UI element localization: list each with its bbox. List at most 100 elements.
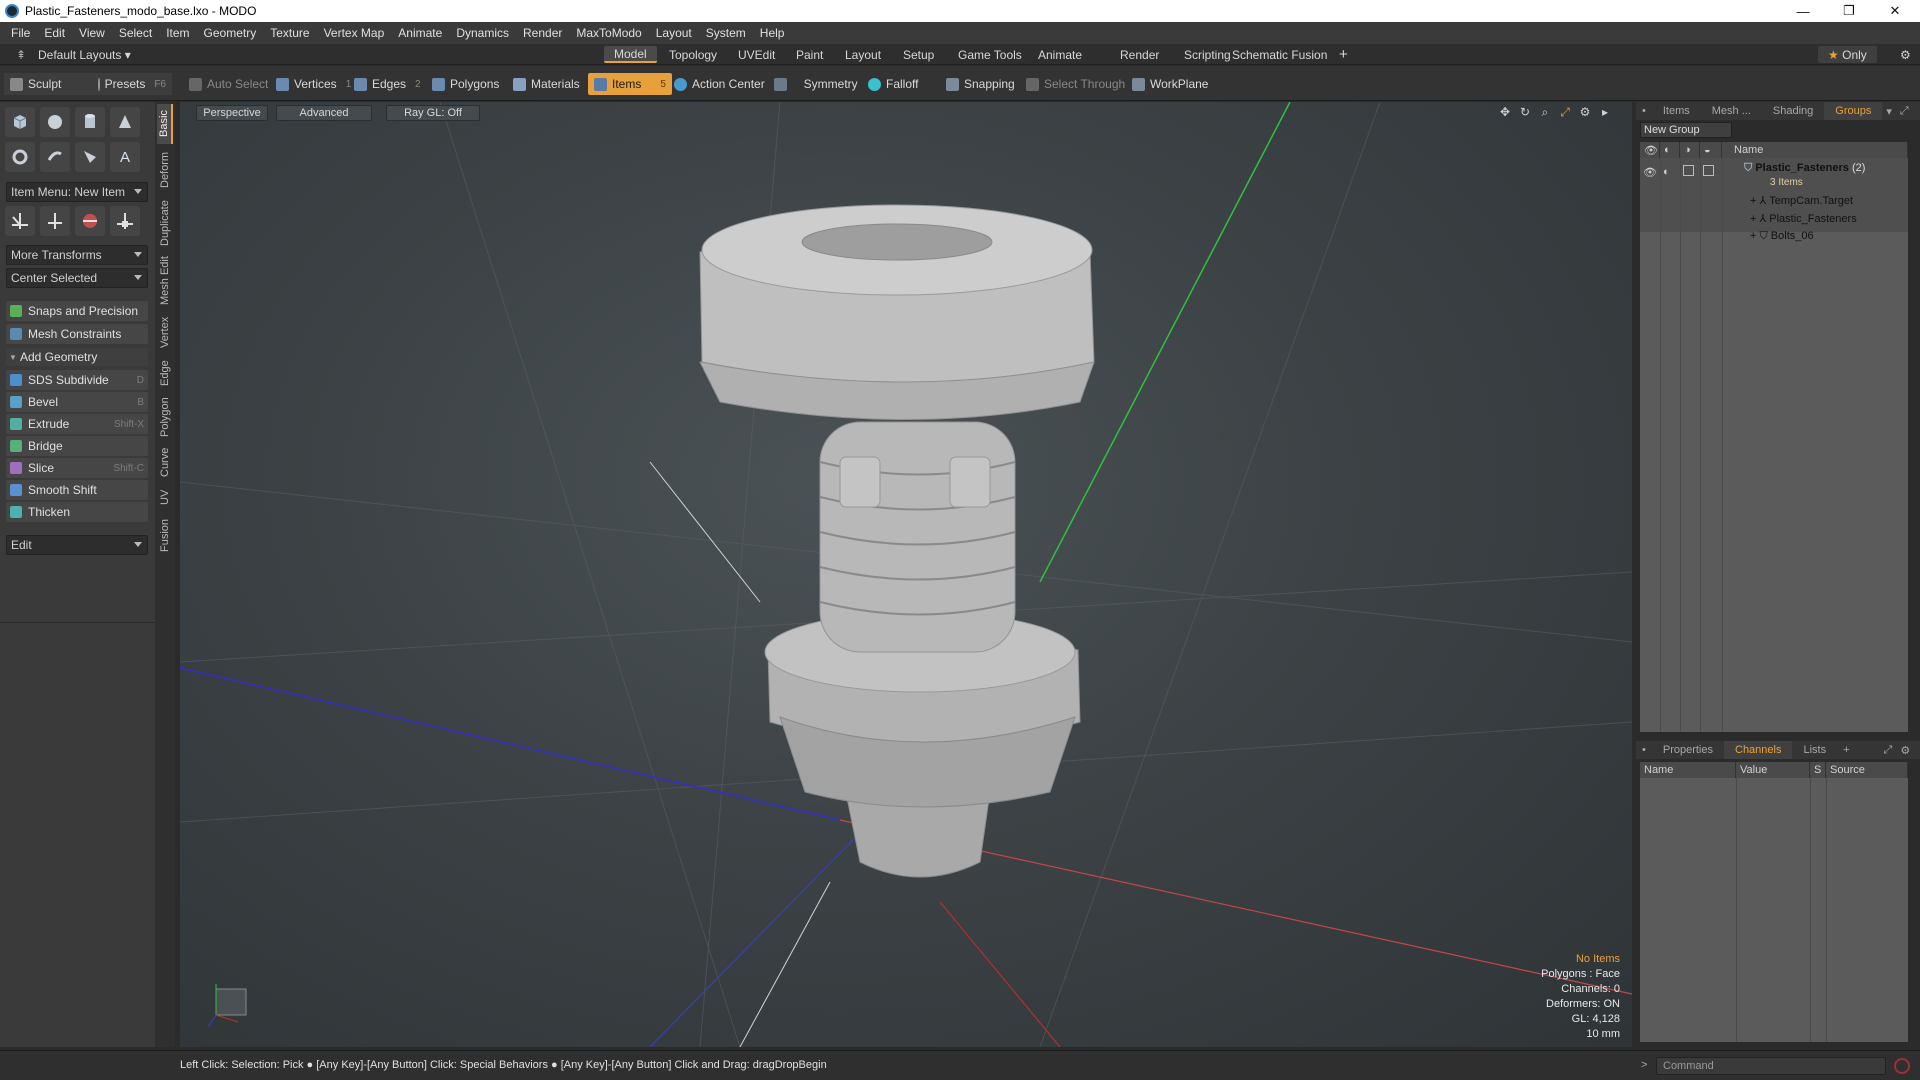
center-selected-dropdown[interactable]: Center Selected xyxy=(6,268,148,288)
channels-s-header[interactable]: S xyxy=(1810,762,1826,778)
tab-render[interactable]: Render xyxy=(1110,46,1169,63)
group-visibility-icon[interactable]: 👁 xyxy=(1643,166,1657,179)
3d-viewport[interactable]: Perspective Advanced Ray GL: Off ✥ ↻ ⌕ ⤢… xyxy=(180,102,1632,1047)
tab-animate[interactable]: Animate xyxy=(1028,46,1092,63)
vtab-fusion[interactable]: Fusion xyxy=(157,514,173,556)
auto-select-button[interactable]: Auto Select xyxy=(183,73,274,95)
tab-paint[interactable]: Paint xyxy=(786,46,833,63)
channels-source-header[interactable]: Source xyxy=(1826,762,1908,778)
panel-settings-icon[interactable]: ⚙ xyxy=(1896,741,1914,759)
menu-geometry[interactable]: Geometry xyxy=(197,26,264,40)
perspective-button[interactable]: Perspective xyxy=(196,105,268,121)
menu-help[interactable]: Help xyxy=(753,26,792,40)
channels-name-header[interactable]: Name xyxy=(1640,762,1736,778)
scale-tool-icon[interactable] xyxy=(75,206,105,236)
panel-expand-icon[interactable]: ⤢ xyxy=(1880,741,1897,759)
advanced-button[interactable]: Advanced xyxy=(276,105,372,121)
pen-primitive-icon[interactable] xyxy=(75,142,105,172)
command-input[interactable]: Command xyxy=(1656,1057,1886,1075)
tab-items[interactable]: Items xyxy=(1652,102,1701,120)
tab-topology[interactable]: Topology xyxy=(659,46,727,63)
mesh-constraints-button[interactable]: Mesh Constraints xyxy=(6,324,148,344)
select-col-icon[interactable]: ◒ xyxy=(1700,142,1722,158)
falloff-button[interactable]: Falloff xyxy=(862,73,924,95)
tool-thicken[interactable]: Thicken xyxy=(6,502,148,522)
layout-dropdown[interactable]: Default Layouts ▾ xyxy=(28,46,141,63)
tool-bevel[interactable]: Bevel B xyxy=(6,392,148,412)
viewport-expand-icon[interactable]: ▸ xyxy=(1598,105,1612,119)
lock-col-icon[interactable]: ◐ xyxy=(1660,142,1680,158)
menu-system[interactable]: System xyxy=(699,26,753,40)
move-tool-icon[interactable] xyxy=(5,206,35,236)
menu-file[interactable]: File xyxy=(4,26,37,40)
tab-channels[interactable]: Channels xyxy=(1724,741,1793,759)
rotate-tool-icon[interactable] xyxy=(40,206,70,236)
pan-icon[interactable]: ✥ xyxy=(1498,105,1512,119)
items-button[interactable]: Items 5 xyxy=(588,73,672,95)
polygons-button[interactable]: Polygons xyxy=(426,73,505,95)
plastic-fastener-model[interactable] xyxy=(699,204,1095,878)
maximize-icon[interactable]: ⤢ xyxy=(1558,105,1572,119)
menu-layout[interactable]: Layout xyxy=(649,26,699,40)
snaps-precision-button[interactable]: Snaps and Precision xyxy=(6,301,148,321)
orbit-icon[interactable]: ↻ xyxy=(1518,105,1532,119)
group-render-checkbox[interactable] xyxy=(1683,165,1694,176)
tab-game-tools[interactable]: Game Tools xyxy=(948,46,1032,63)
workplane-button[interactable]: WorkPlane xyxy=(1126,73,1214,95)
tree-row-tempcam[interactable]: + ⅄ TempCam.Target xyxy=(1750,194,1853,207)
snapping-button[interactable]: Snapping xyxy=(940,73,1021,95)
action-center-button[interactable]: Action Center xyxy=(668,73,771,95)
new-group-button[interactable]: New Group xyxy=(1640,122,1732,138)
tab-layout[interactable]: Layout xyxy=(835,46,891,63)
vtab-mesh-edit[interactable]: Mesh Edit xyxy=(157,254,173,308)
group-lock-icon[interactable]: ◐ xyxy=(1663,166,1670,178)
cone-primitive-icon[interactable] xyxy=(110,107,140,137)
render-col-icon[interactable]: ◑ xyxy=(1680,142,1700,158)
tool-bridge[interactable]: Bridge xyxy=(6,436,148,456)
presets-button[interactable]: Presets F6 xyxy=(92,73,172,95)
panel-dropdown-icon[interactable]: ▾ xyxy=(1882,102,1896,120)
menu-dynamics[interactable]: Dynamics xyxy=(449,26,516,40)
vtab-polygon[interactable]: Polygon xyxy=(157,394,173,440)
menu-edit[interactable]: Edit xyxy=(37,26,72,40)
cylinder-primitive-icon[interactable] xyxy=(75,107,105,137)
tool-sds-subdivide[interactable]: SDS Subdivide D xyxy=(6,370,148,390)
zoom-icon[interactable]: ⌕ xyxy=(1538,105,1552,119)
vtab-duplicate[interactable]: Duplicate xyxy=(157,196,173,250)
menu-maxtomodo[interactable]: MaxToModo xyxy=(569,26,648,40)
transform-tool-icon[interactable] xyxy=(110,206,140,236)
item-menu-dropdown[interactable]: Item Menu: New Item xyxy=(6,182,148,202)
raygl-button[interactable]: Ray GL: Off xyxy=(386,105,480,121)
group-select-checkbox[interactable] xyxy=(1703,165,1714,176)
panel-menu-dot[interactable]: • xyxy=(1636,741,1652,759)
menu-select[interactable]: Select xyxy=(112,26,159,40)
vtab-deform[interactable]: Deform xyxy=(157,148,173,192)
add-tab-button[interactable]: + xyxy=(1837,741,1855,759)
tab-mesh[interactable]: Mesh ... xyxy=(1701,102,1762,120)
add-tab-button[interactable]: + xyxy=(1329,46,1358,63)
panel-menu-dot[interactable]: • xyxy=(1636,102,1652,120)
vtab-basic[interactable]: Basic xyxy=(157,104,173,144)
vtab-edge[interactable]: Edge xyxy=(157,356,173,390)
group-name[interactable]: ⛉ Plastic_Fasteners (2) xyxy=(1744,162,1865,175)
record-icon[interactable] xyxy=(1894,1058,1910,1074)
tab-uvedit[interactable]: UVEdit xyxy=(728,46,785,63)
add-geometry-section[interactable]: ▼ Add Geometry xyxy=(6,348,148,366)
text-primitive-icon[interactable]: A xyxy=(110,142,140,172)
visibility-col-icon[interactable]: 👁 xyxy=(1640,142,1660,158)
settings-gear-icon[interactable]: ⚙ xyxy=(1890,46,1920,63)
menu-render[interactable]: Render xyxy=(516,26,569,40)
groups-list[interactable]: 👁 ◐ ◑ ◒ Name 👁 ◐ ⛉ Plastic_Fasteners (2)… xyxy=(1640,142,1908,732)
minimize-button[interactable]: — xyxy=(1780,0,1826,22)
edit-dropdown[interactable]: Edit xyxy=(6,535,148,555)
vtab-curve[interactable]: Curve xyxy=(157,444,173,480)
tool-slice[interactable]: Slice Shift-C xyxy=(6,458,148,478)
vertices-button[interactable]: Vertices 1 xyxy=(270,73,357,95)
only-toggle[interactable]: ★ Only xyxy=(1818,46,1877,63)
menu-item[interactable]: Item xyxy=(159,26,196,40)
cube-primitive-icon[interactable] xyxy=(5,107,35,137)
tool-extrude[interactable]: Extrude Shift-X xyxy=(6,414,148,434)
edges-button[interactable]: Edges 2 xyxy=(348,73,427,95)
select-through-button[interactable]: Select Through xyxy=(1020,73,1131,95)
tree-row-plastic-fasteners[interactable]: + ⅄ Plastic_Fasteners xyxy=(1750,212,1857,225)
